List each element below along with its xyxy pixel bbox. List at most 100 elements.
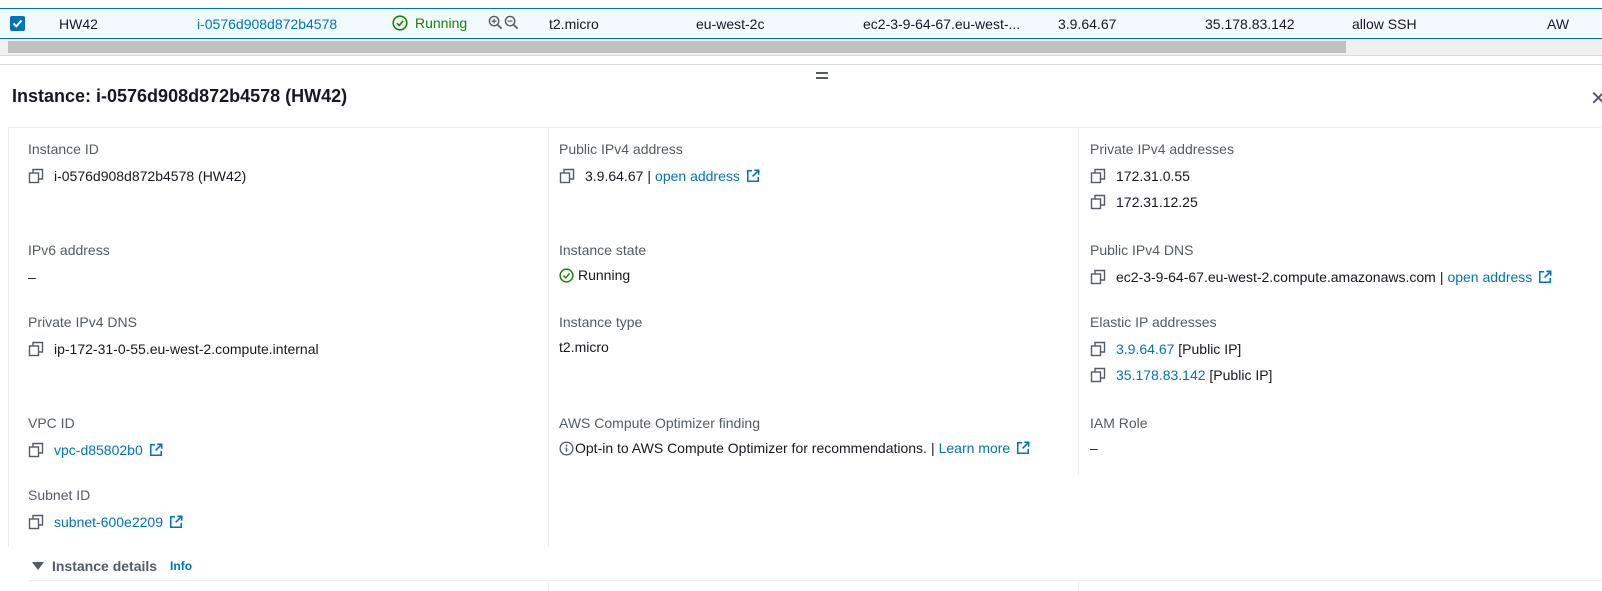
close-icon[interactable]: ✕ <box>1590 86 1602 111</box>
field-private-dns: Private IPv4 DNS ip-172-31-0-55.eu-west-… <box>28 314 319 357</box>
field-iam-role: IAM Role – <box>1090 415 1148 456</box>
elastic-ip-tag: [Public IP] <box>1209 367 1273 383</box>
field-label: Instance type <box>559 314 643 330</box>
vpc-id-link[interactable]: vpc-d85802b0 <box>54 442 143 458</box>
section-divider <box>28 580 1602 581</box>
field-label: AWS Compute Optimizer finding <box>559 415 760 431</box>
field-label: IAM Role <box>1090 415 1148 431</box>
instance-table-row[interactable]: HW42 i-0576d908d872b4578 Running t2.micr… <box>0 8 1602 39</box>
external-link-icon[interactable] <box>149 443 163 457</box>
external-link-icon[interactable] <box>1016 441 1030 455</box>
field-public-ipv4: Public IPv4 address 3.9.64.67 | open add… <box>559 141 760 184</box>
copy-icon[interactable] <box>1090 341 1106 357</box>
field-instance-state: Instance state Running <box>559 242 646 283</box>
field-label: VPC ID <box>28 415 75 431</box>
row-elastic-ip: 35.178.83.142 <box>1205 16 1295 32</box>
copy-icon[interactable] <box>559 168 575 184</box>
field-instance-type: Instance type t2.micro <box>559 314 642 355</box>
separator: | <box>930 440 935 456</box>
field-label: Private IPv4 DNS <box>28 314 137 330</box>
zoom-out-icon[interactable] <box>504 15 519 30</box>
row-availability-zone: eu-west-2c <box>696 16 765 32</box>
field-label: Public IPv4 address <box>559 141 683 157</box>
resize-handle-icon[interactable] <box>816 72 828 79</box>
status-running-icon <box>559 267 574 283</box>
elastic-ip-link[interactable]: 35.178.83.142 <box>1116 367 1206 383</box>
external-link-icon[interactable] <box>169 515 183 529</box>
open-address-link[interactable]: open address <box>1447 269 1532 285</box>
external-link-icon[interactable] <box>1538 270 1552 284</box>
column-divider <box>548 582 549 591</box>
field-elastic-ip: Elastic IP addresses 3.9.64.67 [Public I… <box>1090 314 1272 383</box>
horizontal-scrollbar[interactable] <box>0 39 1602 56</box>
row-security-group: allow SSH <box>1352 16 1417 32</box>
field-label: Public IPv4 DNS <box>1090 242 1194 258</box>
field-label: Subnet ID <box>28 487 91 503</box>
copy-icon[interactable] <box>28 514 44 530</box>
row-public-ip: 3.9.64.67 <box>1058 16 1117 32</box>
row-state-label: Running <box>415 15 468 31</box>
elastic-ip-tag: [Public IP] <box>1178 341 1242 357</box>
field-label: Private IPv4 addresses <box>1090 141 1234 157</box>
field-label: Elastic IP addresses <box>1090 314 1217 330</box>
copy-icon[interactable] <box>1090 269 1106 285</box>
field-compute-optimizer: AWS Compute Optimizer finding Opt-in to … <box>559 415 1030 456</box>
field-value: 172.31.0.55 <box>1116 168 1190 184</box>
content-divider <box>8 127 1602 128</box>
zoom-in-icon[interactable] <box>488 15 503 30</box>
field-ipv6: IPv6 address – <box>28 242 110 285</box>
column-divider <box>1078 127 1079 475</box>
separator: | <box>1439 269 1444 285</box>
field-value: – <box>1090 440 1098 456</box>
row-state: Running <box>392 15 467 31</box>
column-divider <box>1078 582 1079 591</box>
instance-details-toggle[interactable]: Instance details Info <box>32 558 192 574</box>
caret-down-icon <box>32 562 44 570</box>
elastic-ip-link[interactable]: 3.9.64.67 <box>1116 341 1174 357</box>
copy-icon[interactable] <box>1090 168 1106 184</box>
content-left-border <box>8 127 9 547</box>
zoom-controls <box>488 15 519 30</box>
field-value: ec2-3-9-64-67.eu-west-2.compute.amazonaw… <box>1116 269 1436 285</box>
field-value: 3.9.64.67 <box>585 168 644 184</box>
copy-icon[interactable] <box>28 168 44 184</box>
row-instance-type: t2.micro <box>549 16 599 32</box>
row-name: HW42 <box>59 16 98 32</box>
field-private-ipv4: Private IPv4 addresses 172.31.0.55 172.3… <box>1090 141 1234 210</box>
learn-more-link[interactable]: Learn more <box>939 440 1011 456</box>
section-title: Instance details <box>52 558 158 574</box>
row-instance-id-link[interactable]: i-0576d908d872b4578 <box>197 16 337 32</box>
scrollbar-thumb[interactable] <box>8 41 1346 53</box>
separator: | <box>647 168 652 184</box>
copy-icon[interactable] <box>1090 367 1106 383</box>
field-value: i-0576d908d872b4578 (HW42) <box>54 168 247 184</box>
status-running-icon <box>392 15 408 31</box>
field-subnet-id: Subnet ID subnet-600e2209 <box>28 487 183 530</box>
copy-icon[interactable] <box>28 341 44 357</box>
subnet-id-link[interactable]: subnet-600e2209 <box>54 514 163 530</box>
row-public-dns: ec2-3-9-64-67.eu-west-... <box>863 16 1021 32</box>
info-icon <box>559 440 574 456</box>
field-label: Instance state <box>559 242 647 258</box>
field-value: Opt-in to AWS Compute Optimizer for reco… <box>575 440 927 456</box>
copy-icon[interactable] <box>28 442 44 458</box>
field-value: – <box>28 269 36 285</box>
panel-title: Instance: i-0576d908d872b4578 (HW42) <box>12 86 348 106</box>
field-vpc-id: VPC ID vpc-d85802b0 <box>28 415 163 458</box>
info-link[interactable]: Info <box>170 559 192 573</box>
field-value: t2.micro <box>559 339 609 355</box>
field-value: ip-172-31-0-55.eu-west-2.compute.interna… <box>54 341 319 357</box>
field-instance-id: Instance ID i-0576d908d872b4578 (HW42) <box>28 141 246 184</box>
column-divider <box>548 127 549 547</box>
field-value: Running <box>578 267 631 283</box>
field-public-dns: Public IPv4 DNS ec2-3-9-64-67.eu-west-2.… <box>1090 242 1552 285</box>
row-overflow-col: AW <box>1547 16 1570 32</box>
field-value: 172.31.12.25 <box>1116 194 1198 210</box>
split-divider <box>0 64 1602 65</box>
external-link-icon[interactable] <box>746 169 760 183</box>
checkbox-checked-icon[interactable] <box>10 16 25 31</box>
field-label: IPv6 address <box>28 242 110 258</box>
open-address-link[interactable]: open address <box>655 168 740 184</box>
field-label: Instance ID <box>28 141 99 157</box>
copy-icon[interactable] <box>1090 194 1106 210</box>
